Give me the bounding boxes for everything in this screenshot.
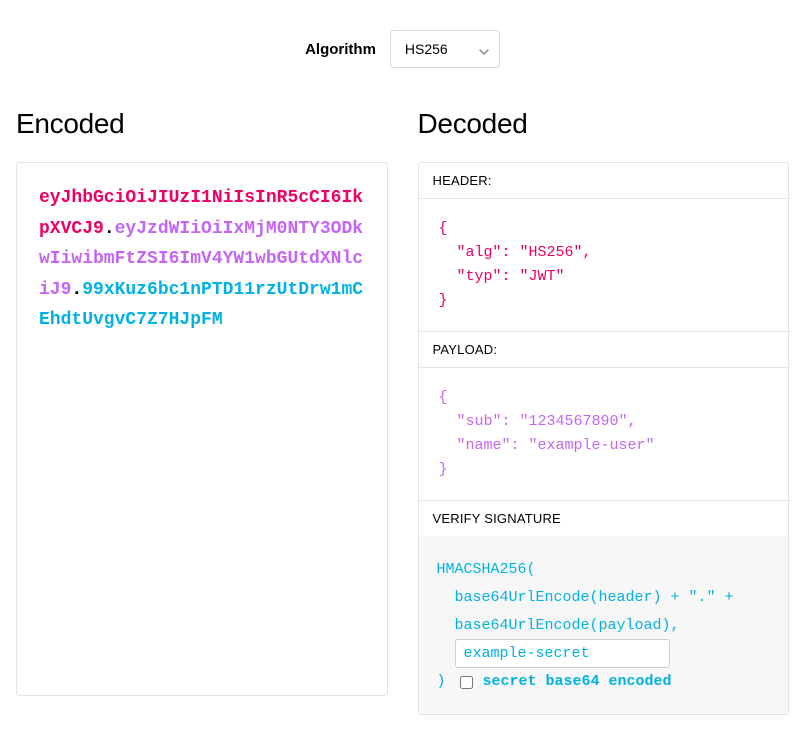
decoded-panel: HEADER: { "alg": "HS256", "typ": "JWT" }… [418, 162, 790, 715]
jwt-dot: . [104, 219, 115, 239]
decoded-title: Decoded [418, 108, 790, 140]
header-section-body[interactable]: { "alg": "HS256", "typ": "JWT" } [419, 199, 789, 331]
signature-fn-close: ) [437, 668, 446, 696]
header-section: HEADER: { "alg": "HS256", "typ": "JWT" } [419, 163, 789, 332]
secret-base64-label[interactable]: secret base64 encoded [483, 668, 672, 696]
decoded-column: Decoded HEADER: { "alg": "HS256", "typ":… [418, 108, 790, 715]
signature-close-row: ) secret base64 encoded [437, 668, 771, 696]
encoded-title: Encoded [16, 108, 388, 140]
encoded-column: Encoded eyJhbGciOiJIUzI1NiIsInR5cCI6IkpX… [16, 108, 388, 715]
signature-line-1: base64UrlEncode(header) + "." + [437, 584, 771, 612]
signature-body: HMACSHA256( base64UrlEncode(header) + ".… [419, 536, 789, 714]
jwt-signature-segment: 99xKuz6bc1nPTD11rzUtDrw1mCEhdtUvgvC7Z7HJ… [39, 280, 363, 331]
encoded-panel[interactable]: eyJhbGciOiJIUzI1NiIsInR5cCI6IkpXVCJ9.eyJ… [16, 162, 388, 696]
payload-section: PAYLOAD: { "sub": "1234567890", "name": … [419, 332, 789, 501]
jwt-dot: . [71, 280, 82, 300]
algorithm-selected-value: HS256 [405, 41, 448, 57]
secret-input[interactable] [455, 639, 670, 668]
signature-fn-open: HMACSHA256( [437, 561, 536, 578]
payload-section-title: PAYLOAD: [419, 332, 789, 368]
jwt-token[interactable]: eyJhbGciOiJIUzI1NiIsInR5cCI6IkpXVCJ9.eyJ… [39, 183, 365, 336]
chevron-down-icon [479, 44, 489, 54]
secret-base64-checkbox[interactable] [460, 676, 473, 689]
signature-section: VERIFY SIGNATURE HMACSHA256( base64UrlEn… [419, 501, 789, 714]
signature-section-title: VERIFY SIGNATURE [419, 501, 789, 536]
algorithm-label: Algorithm [305, 41, 376, 58]
signature-line-2: base64UrlEncode(payload), [437, 612, 771, 640]
header-section-title: HEADER: [419, 163, 789, 199]
algorithm-select[interactable]: HS256 [390, 30, 500, 68]
payload-section-body[interactable]: { "sub": "1234567890", "name": "example-… [419, 368, 789, 500]
algorithm-row: Algorithm HS256 [16, 30, 789, 68]
